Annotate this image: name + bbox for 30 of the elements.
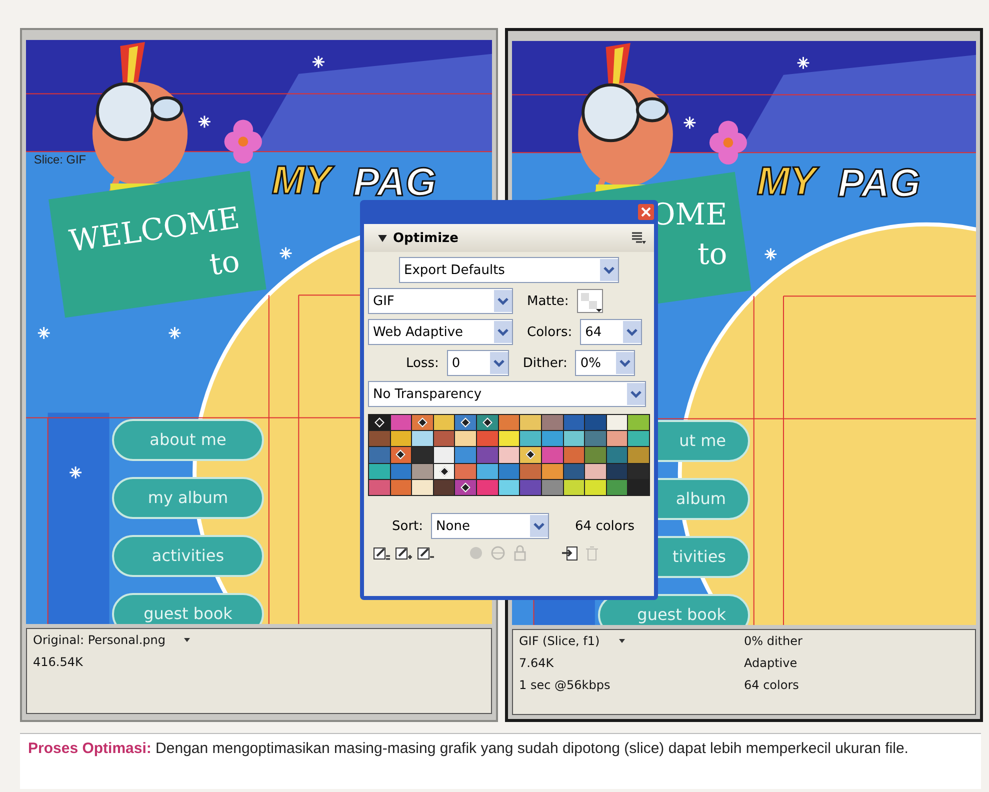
format-label: Original: Personal.png bbox=[33, 633, 166, 647]
color-count: 64 colors bbox=[744, 678, 800, 692]
download-time: 1 sec @56kbps bbox=[519, 678, 612, 692]
welcome-text: to bbox=[207, 244, 242, 283]
file-size: 7.64K bbox=[519, 656, 555, 670]
dither-field[interactable]: 0% bbox=[575, 350, 636, 376]
slice-label: Slice: GIF bbox=[34, 152, 86, 167]
loss-label: Loss: bbox=[406, 356, 439, 370]
loss-field[interactable]: 0 bbox=[446, 350, 509, 376]
page-title: PAG bbox=[838, 161, 920, 206]
palette-info: Adaptive bbox=[744, 656, 798, 670]
sort-label: Sort: bbox=[392, 518, 424, 534]
palette-dropdown[interactable]: Web Adaptive bbox=[368, 319, 513, 345]
panel-title: Optimize bbox=[393, 230, 460, 246]
colors-label: Colors: bbox=[527, 324, 572, 340]
transparency-dropdown[interactable]: No Transparency bbox=[368, 381, 646, 407]
color-count: 64 colors bbox=[575, 518, 634, 534]
preset-dropdown[interactable]: Export Defaults bbox=[399, 257, 619, 283]
format-dropdown[interactable]: GIF bbox=[368, 288, 513, 314]
file-size: 416.54K bbox=[33, 655, 84, 669]
page-title: PAG bbox=[353, 160, 436, 204]
format-label: GIF (Slice, f1) bbox=[519, 634, 600, 648]
dither-info: 0% dither bbox=[744, 634, 804, 648]
welcome-text: to bbox=[697, 237, 728, 272]
page-title: MY bbox=[756, 159, 816, 204]
colors-dropdown[interactable]: 64 bbox=[580, 319, 642, 345]
sort-dropdown[interactable]: None bbox=[431, 513, 550, 539]
dither-label: Dither: bbox=[522, 356, 568, 370]
figure-caption: Proses Optimasi: Dengan mengoptimasikan masing-masing grafik yang sudah dipotong (slice) dapat lebih memperkecil ukuran file. bbox=[20, 733, 981, 789]
matte-label: Matte: bbox=[527, 294, 569, 308]
